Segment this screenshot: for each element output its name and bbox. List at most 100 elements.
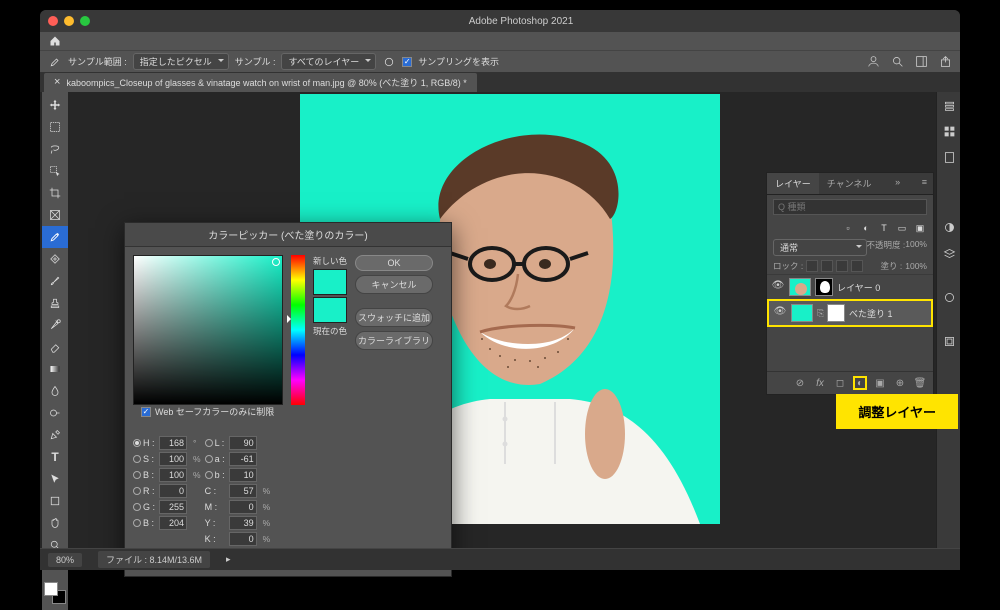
g-radio[interactable] (133, 503, 141, 511)
color-library-button[interactable]: カラーライブラリ (355, 331, 433, 350)
move-tool[interactable] (42, 94, 68, 116)
k-input[interactable] (229, 532, 257, 546)
minimize-icon[interactable] (64, 16, 74, 26)
layers-panel-icon[interactable] (937, 240, 961, 266)
l-input[interactable] (229, 436, 257, 450)
r-input[interactable] (159, 484, 187, 498)
tab-layers[interactable]: レイヤー (767, 173, 819, 194)
eraser-tool[interactable] (42, 336, 68, 358)
m-input[interactable] (229, 500, 257, 514)
eyedropper-tool[interactable] (42, 226, 68, 248)
layer-filter-input[interactable] (773, 199, 927, 215)
add-mask-icon[interactable]: ◻ (833, 376, 847, 390)
sample-ring-icon[interactable] (382, 55, 396, 69)
zoom-icon[interactable] (80, 16, 90, 26)
fg-color-swatch[interactable] (44, 582, 58, 596)
filter-pixel-icon[interactable]: ▫ (841, 221, 855, 235)
filter-smart-icon[interactable]: ▣ (913, 221, 927, 235)
close-icon[interactable] (48, 16, 58, 26)
type-tool[interactable]: T (42, 446, 68, 468)
visibility-toggle[interactable]: 👁 (773, 306, 787, 320)
tab-channels[interactable]: チャンネル (819, 173, 880, 194)
a-input[interactable] (229, 452, 257, 466)
history-panel-icon[interactable] (937, 328, 961, 354)
properties-panel-icon[interactable] (937, 284, 961, 310)
opacity-value[interactable]: 100% (905, 239, 927, 256)
workspace-icon[interactable] (914, 55, 928, 69)
show-ring-checkbox[interactable]: ✓ (402, 57, 412, 67)
fill-value[interactable]: 100% (905, 261, 927, 271)
swatches-panel-icon[interactable] (937, 118, 961, 144)
bv-input[interactable] (159, 468, 187, 482)
object-select-tool[interactable] (42, 160, 68, 182)
layer-fx-icon[interactable]: fx (813, 376, 827, 390)
layer-row-1[interactable]: 👁 ⎘ べた塗り 1 (767, 299, 933, 327)
new-layer-icon[interactable]: ⊕ (893, 376, 907, 390)
s-radio[interactable] (133, 455, 141, 463)
pen-tool[interactable] (42, 424, 68, 446)
g-input[interactable] (159, 500, 187, 514)
r-radio[interactable] (133, 487, 141, 495)
status-expand-icon[interactable]: ▸ (226, 554, 231, 565)
cancel-button[interactable]: キャンセル (355, 275, 433, 294)
blend-mode-select[interactable]: 通常 (773, 239, 867, 256)
adjustments-panel-icon[interactable] (937, 214, 961, 240)
color-field[interactable] (133, 255, 283, 405)
link-layers-icon[interactable]: ⊘ (793, 376, 807, 390)
lock-pixels-icon[interactable] (806, 260, 818, 272)
hand-tool[interactable] (42, 512, 68, 534)
profile-icon[interactable] (866, 55, 880, 69)
l-radio[interactable] (205, 439, 213, 447)
bb-radio[interactable] (133, 519, 141, 527)
lock-all-icon[interactable] (851, 260, 863, 272)
layer-mask-thumbnail[interactable] (827, 304, 845, 322)
h-input[interactable] (159, 436, 187, 450)
gradient-tool[interactable] (42, 358, 68, 380)
history-brush-tool[interactable] (42, 314, 68, 336)
sample-select[interactable]: すべてのレイヤー (281, 53, 376, 70)
lasso-tool[interactable] (42, 138, 68, 160)
libraries-panel-icon[interactable] (937, 144, 961, 170)
healing-tool[interactable] (42, 248, 68, 270)
ok-button[interactable]: OK (355, 255, 433, 271)
c-input[interactable] (229, 484, 257, 498)
path-select-tool[interactable] (42, 468, 68, 490)
h-radio[interactable] (133, 439, 141, 447)
document-tab[interactable]: × kaboompics_Closeup of glasses & vinata… (44, 73, 477, 92)
hue-slider[interactable] (291, 255, 305, 405)
share-icon[interactable] (938, 55, 952, 69)
shape-tool[interactable] (42, 490, 68, 512)
y-input[interactable] (229, 516, 257, 530)
fill-layer-thumbnail[interactable] (791, 304, 813, 322)
lock-position-icon[interactable] (821, 260, 833, 272)
add-swatch-button[interactable]: スウォッチに追加 (355, 308, 433, 327)
b-input[interactable] (229, 468, 257, 482)
bv-radio[interactable] (133, 471, 141, 479)
s-input[interactable] (159, 452, 187, 466)
crop-tool[interactable] (42, 182, 68, 204)
bb-input[interactable] (159, 516, 187, 530)
filter-shape-icon[interactable]: ▭ (895, 221, 909, 235)
panel-menu-icon[interactable]: ≡ (916, 173, 933, 194)
stamp-tool[interactable] (42, 292, 68, 314)
search-icon[interactable] (890, 55, 904, 69)
panel-expand-icon[interactable]: » (889, 173, 906, 194)
new-group-icon[interactable]: ▣ (873, 376, 887, 390)
dodge-tool[interactable] (42, 402, 68, 424)
a-radio[interactable] (205, 455, 213, 463)
filter-adjust-icon[interactable]: ◐ (859, 221, 873, 235)
adjustment-layer-icon[interactable]: ◐ (853, 376, 867, 390)
layer-row-0[interactable]: 👁 レイヤー 0 (767, 274, 933, 299)
zoom-level[interactable]: 80% (48, 553, 82, 567)
lock-artboard-icon[interactable] (836, 260, 848, 272)
layer-thumbnail[interactable] (789, 278, 811, 296)
marquee-tool[interactable] (42, 116, 68, 138)
eyedropper-tool-icon[interactable] (48, 55, 62, 69)
color-panel-icon[interactable] (937, 92, 961, 118)
sample-range-select[interactable]: 指定したピクセル (133, 53, 229, 70)
brush-tool[interactable] (42, 270, 68, 292)
filter-type-icon[interactable]: T (877, 221, 891, 235)
blur-tool[interactable] (42, 380, 68, 402)
b-radio[interactable] (205, 471, 213, 479)
close-tab-icon[interactable]: × (54, 76, 60, 88)
